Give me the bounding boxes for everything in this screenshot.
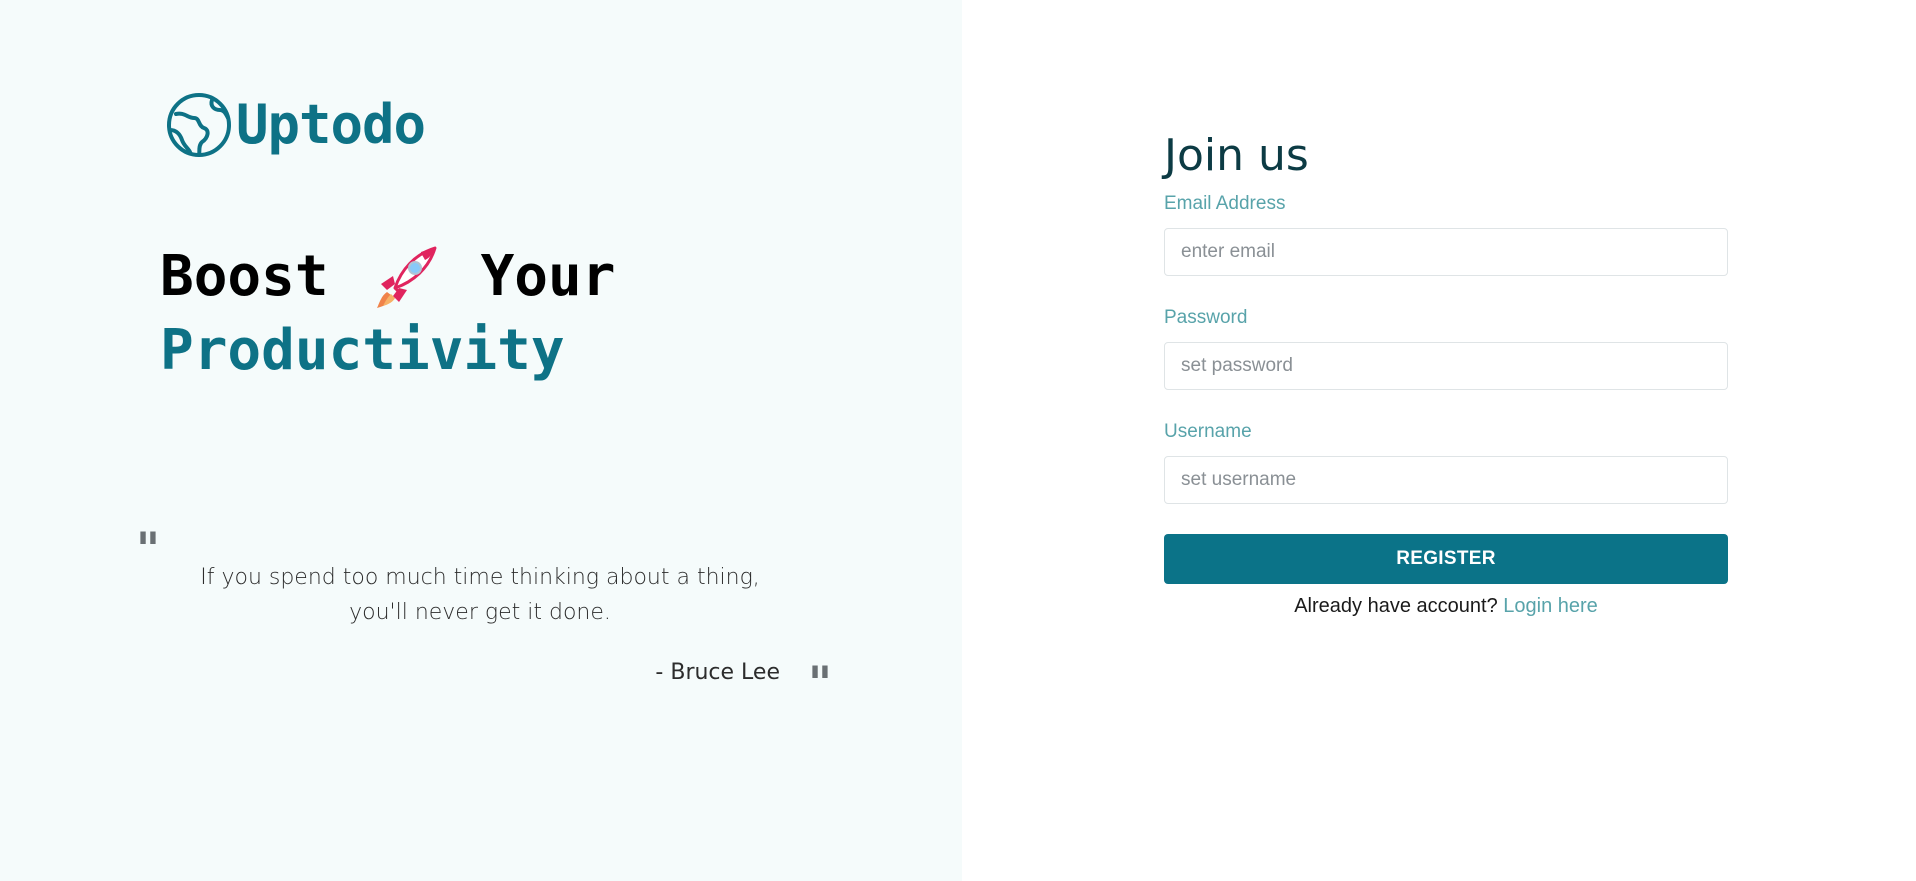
password-field-group: Password	[1164, 306, 1728, 390]
headline-word-boost: Boost	[160, 244, 329, 309]
email-field-group: Email Address	[1164, 192, 1728, 276]
brand-logo: Uptodo	[166, 92, 426, 158]
quote-open-mark: "	[136, 522, 160, 576]
register-form: Join us Email Address Password Username …	[1164, 124, 1728, 620]
register-button[interactable]: REGISTER	[1164, 534, 1728, 584]
email-field[interactable]	[1164, 228, 1728, 276]
form-title: Join us	[1164, 130, 1309, 181]
hero-panel: Uptodo Boost Your Productivity " If you …	[0, 0, 962, 881]
username-field-group: Username	[1164, 420, 1728, 504]
headline-word-your: Your	[480, 244, 616, 309]
password-field[interactable]	[1164, 342, 1728, 390]
username-field[interactable]	[1164, 456, 1728, 504]
globe-icon	[167, 93, 231, 157]
rocket-icon	[376, 246, 437, 308]
login-prompt: Already have account? Login here	[1164, 592, 1728, 620]
quote-text: If you spend too much time thinking abou…	[200, 565, 760, 625]
quote-close-mark: "	[808, 656, 832, 710]
password-label: Password	[1164, 307, 1248, 328]
login-prompt-text: Already have account?	[1294, 595, 1498, 617]
hero-headline: Boost Your Productivity	[160, 240, 615, 388]
headline-line-1: Boost Your	[160, 240, 615, 314]
login-link[interactable]: Login here	[1503, 595, 1598, 617]
register-page: Uptodo Boost Your Productivity " If you …	[0, 0, 1916, 881]
brand-name: Uptodo	[236, 93, 426, 156]
quote-author: - Bruce Lee	[655, 660, 780, 685]
username-label: Username	[1164, 421, 1252, 442]
headline-accent-word: Productivity	[160, 318, 565, 383]
email-label: Email Address	[1164, 193, 1286, 214]
